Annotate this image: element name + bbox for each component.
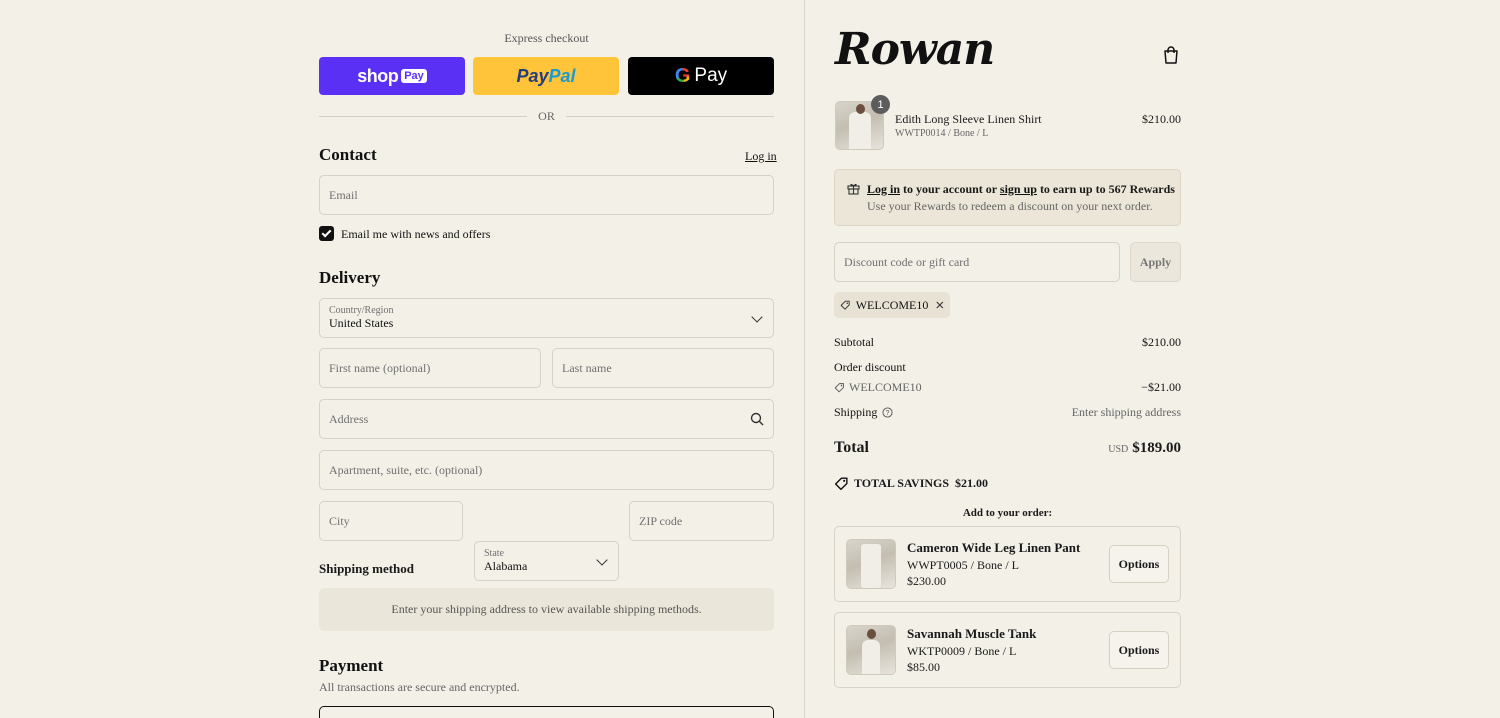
upsell-heading: Add to your order:	[962, 507, 1053, 519]
cart-item-price: $210.00	[1142, 112, 1181, 126]
login-link[interactable]: Log in	[745, 149, 777, 164]
apartment-field[interactable]	[319, 450, 774, 490]
newsletter-label: Email me with news and offers	[341, 227, 491, 241]
state-label: State	[484, 548, 504, 559]
payment-heading: Payment	[319, 656, 384, 675]
address-input[interactable]	[329, 411, 750, 427]
applied-discount-chip: WELCOME10	[834, 292, 950, 318]
remove-discount-icon[interactable]	[936, 300, 944, 310]
order-summary-panel	[805, 0, 1500, 718]
or-divider: OR	[319, 109, 774, 123]
total-savings-row: TOTAL SAVINGS $21.00	[834, 476, 988, 491]
zip-field[interactable]	[629, 501, 774, 541]
shop-pay-chip: Pay	[401, 69, 427, 83]
order-discount-value: −$21.00	[1141, 380, 1181, 394]
payment-options-box[interactable]	[319, 706, 774, 718]
google-pay-button[interactable]: G Pay	[628, 57, 774, 95]
shipping-method-heading: Shipping method	[319, 561, 415, 576]
order-discount-label: Order discount	[834, 360, 906, 374]
cart-item-name: Edith Long Sleeve Linen Shirt	[895, 112, 1042, 126]
upsell-item-variant: WKTP0009 / Bone / L	[907, 644, 1017, 658]
upsell-item: Savannah Muscle Tank WKTP0009 / Bone / L…	[834, 612, 1181, 688]
last-name-input[interactable]	[562, 360, 764, 376]
checkout-form-panel: Express checkout shop Pay PayPal G Pay OR…	[0, 0, 805, 718]
svg-text:?: ?	[886, 410, 890, 417]
options-button[interactable]: Options	[1109, 545, 1169, 583]
total-label: Total	[834, 439, 869, 456]
chevron-down-icon	[596, 554, 608, 566]
state-select[interactable]: State Alabama	[474, 541, 619, 581]
upsell-item-variant: WWPT0005 / Bone / L	[907, 558, 1019, 572]
subtotal-label: Subtotal	[834, 335, 875, 349]
brand-logo[interactable]: Rowan	[835, 28, 995, 72]
payment-subtitle: All transactions are secure and encrypte…	[319, 680, 520, 694]
apply-discount-button[interactable]: Apply	[1130, 242, 1181, 282]
help-icon[interactable]: ?	[882, 407, 893, 418]
chevron-down-icon	[751, 311, 763, 323]
rewards-text: Log in to your account or sign up to ear…	[867, 182, 1175, 196]
discount-code-input[interactable]	[844, 254, 1110, 270]
first-name-input[interactable]	[329, 360, 531, 376]
email-input[interactable]	[329, 187, 764, 203]
google-pay-logo: G Pay	[674, 64, 728, 87]
paypal-button[interactable]: PayPal	[473, 57, 619, 95]
total-savings-label: TOTAL SAVINGS	[854, 476, 950, 490]
tag-icon	[834, 477, 848, 491]
discount-code-field[interactable]	[834, 242, 1120, 282]
zip-input[interactable]	[639, 513, 764, 529]
total-value: $189.00	[1132, 440, 1181, 456]
rewards-login-link[interactable]: Log in	[867, 182, 900, 196]
total-savings-value: $21.00	[955, 476, 989, 490]
country-value: United States	[329, 316, 394, 330]
country-label: Country/Region	[329, 305, 394, 316]
upsell-item-price: $230.00	[907, 574, 946, 588]
city-input[interactable]	[329, 513, 453, 529]
apartment-input[interactable]	[329, 462, 764, 478]
upsell-item: Cameron Wide Leg Linen Pant WWPT0005 / B…	[834, 526, 1181, 602]
upsell-item-price: $85.00	[907, 660, 940, 674]
rewards-banner: Log in to your account or sign up to ear…	[834, 169, 1181, 226]
order-discount-code: WELCOME10	[849, 380, 922, 394]
search-icon	[750, 412, 764, 426]
shopping-bag-icon[interactable]	[1163, 46, 1179, 64]
last-name-field[interactable]	[552, 348, 774, 388]
tag-icon	[840, 300, 850, 310]
subtotal-value: $210.00	[1142, 335, 1181, 349]
upsell-item-name: Savannah Muscle Tank	[907, 626, 1037, 641]
rewards-signup-link[interactable]: sign up	[1000, 182, 1037, 196]
shipping-method-info: Enter your shipping address to view avai…	[319, 588, 774, 631]
delivery-heading: Delivery	[319, 268, 381, 287]
address-field[interactable]	[319, 399, 774, 439]
contact-heading: Contact	[319, 145, 377, 164]
shipping-value: Enter shipping address	[1071, 405, 1181, 419]
email-field[interactable]	[319, 175, 774, 215]
express-checkout-title: Express checkout	[504, 31, 589, 45]
upsell-item-name: Cameron Wide Leg Linen Pant	[907, 540, 1081, 555]
upsell-item-image	[846, 539, 896, 589]
order-discount-code-row: WELCOME10	[834, 380, 922, 395]
shipping-row-label: Shipping ?	[834, 405, 893, 420]
options-button[interactable]: Options	[1109, 631, 1169, 669]
country-select[interactable]: Country/Region United States	[319, 298, 774, 338]
cart-item-variant: WWTP0014 / Bone / L	[895, 128, 989, 139]
currency-code: USD	[1108, 444, 1129, 455]
shop-pay-button[interactable]: shop Pay	[319, 57, 465, 95]
newsletter-checkbox[interactable]	[319, 226, 334, 241]
paypal-logo: PayPal	[516, 65, 576, 86]
city-field[interactable]	[319, 501, 463, 541]
gift-icon	[847, 183, 860, 195]
google-g-icon: G	[674, 64, 691, 87]
cart-item-quantity-badge: 1	[871, 95, 890, 114]
tag-icon	[834, 383, 844, 393]
state-value: Alabama	[484, 559, 528, 573]
first-name-field[interactable]	[319, 348, 541, 388]
upsell-item-image	[846, 625, 896, 675]
shop-pay-logo: shop	[357, 65, 399, 86]
rewards-subtext: Use your Rewards to redeem a discount on…	[867, 199, 1153, 213]
applied-discount-code: WELCOME10	[855, 297, 929, 312]
total-value-row: USD $189.00	[1060, 439, 1181, 457]
